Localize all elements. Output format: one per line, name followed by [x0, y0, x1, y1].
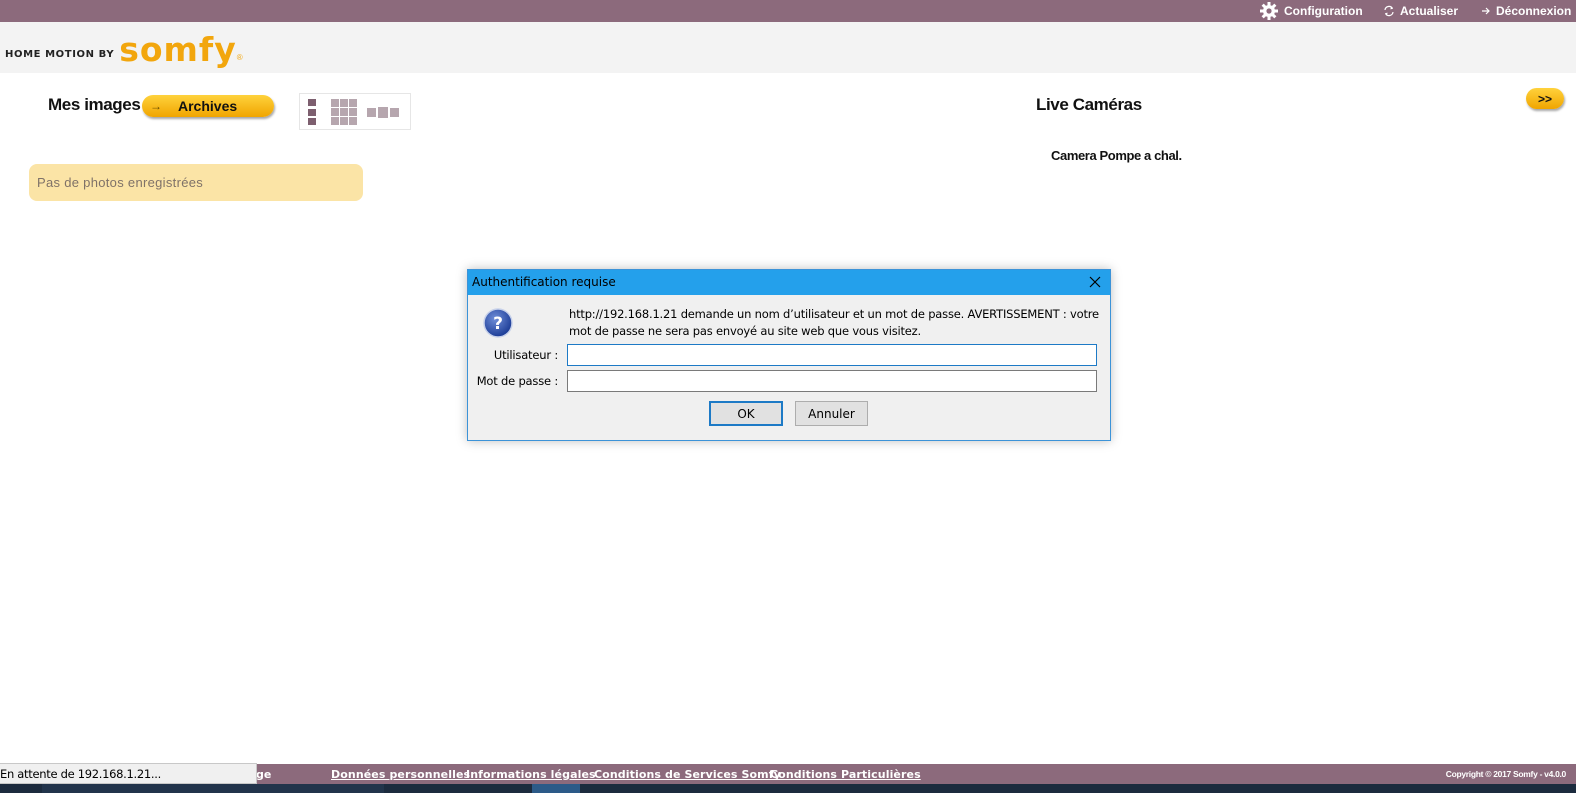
filmstrip-view-icon[interactable]	[367, 106, 401, 118]
auth-dialog: Authentification requise ? http://192.16…	[467, 269, 1111, 441]
svg-text:?: ?	[493, 314, 503, 334]
footer-link-conditions-particulieres[interactable]: Conditions Particulières	[770, 768, 921, 781]
ok-button[interactable]: OK	[709, 401, 783, 426]
camera-name: Camera Pompe a chal.	[1051, 148, 1182, 163]
logo-brand: somfy	[119, 30, 237, 69]
taskbar-item[interactable]	[42, 784, 384, 793]
dialog-titlebar[interactable]: Authentification requise	[468, 270, 1110, 295]
footer-link-donnees-personnelles[interactable]: Données personnelles	[331, 768, 470, 781]
username-label: Utilisateur :	[493, 348, 558, 362]
configuration-label: Configuration	[1284, 4, 1363, 18]
cancel-button[interactable]: Annuler	[795, 401, 868, 426]
list-view-icon[interactable]	[308, 99, 316, 125]
close-icon[interactable]	[1086, 273, 1104, 291]
gear-icon	[1259, 1, 1279, 21]
copyright-text: Copyright © 2017 Somfy - v4.0.0	[1445, 769, 1567, 779]
footer-link-conditions-services[interactable]: Conditions de Services Somfy	[594, 768, 781, 781]
archives-button[interactable]: → Archives	[142, 95, 274, 117]
mes-images-title: Mes images	[48, 95, 141, 114]
no-photos-message: Pas de photos enregistrées	[29, 164, 363, 201]
deconnexion-link[interactable]: Déconnexion	[1481, 0, 1571, 22]
deconnexion-label: Déconnexion	[1496, 4, 1572, 18]
expand-button[interactable]: >>	[1526, 88, 1564, 109]
logo-registered-mark: ®	[236, 53, 243, 62]
arrow-right-icon: →	[150, 99, 162, 113]
live-cameras-title: Live Caméras	[1036, 95, 1142, 114]
actualiser-label: Actualiser	[1400, 4, 1459, 18]
browser-status-bar: En attente de 192.168.1.21...	[0, 763, 257, 784]
password-input[interactable]	[567, 370, 1097, 392]
username-input[interactable]	[567, 344, 1097, 366]
logo-tagline: HOME MOTION BY	[5, 49, 115, 60]
grid-view-icon[interactable]	[331, 99, 357, 125]
top-nav-bar: Configuration Actualiser Déconnexion	[0, 0, 1576, 22]
header: HOME MOTION BY somfy ®	[0, 22, 1576, 73]
actualiser-link[interactable]: Actualiser	[1383, 0, 1458, 22]
footer-link-informations-legales[interactable]: Informations légales	[466, 768, 596, 781]
archives-label: Archives	[178, 98, 238, 114]
question-icon: ?	[483, 308, 513, 338]
os-taskbar	[0, 784, 1576, 793]
refresh-icon	[1383, 5, 1395, 17]
dialog-title: Authentification requise	[472, 275, 616, 289]
dialog-message: http://192.168.1.21 demande un nom d’uti…	[569, 307, 1099, 338]
password-label: Mot de passe :	[476, 374, 558, 388]
taskbar-item-active[interactable]	[532, 784, 580, 793]
view-mode-selector	[299, 93, 411, 130]
footer-partial-text: ge	[256, 768, 272, 781]
arrow-right-icon	[1481, 6, 1491, 16]
configuration-link[interactable]: Configuration	[1259, 0, 1363, 22]
somfy-logo[interactable]: HOME MOTION BY somfy ®	[5, 30, 243, 66]
